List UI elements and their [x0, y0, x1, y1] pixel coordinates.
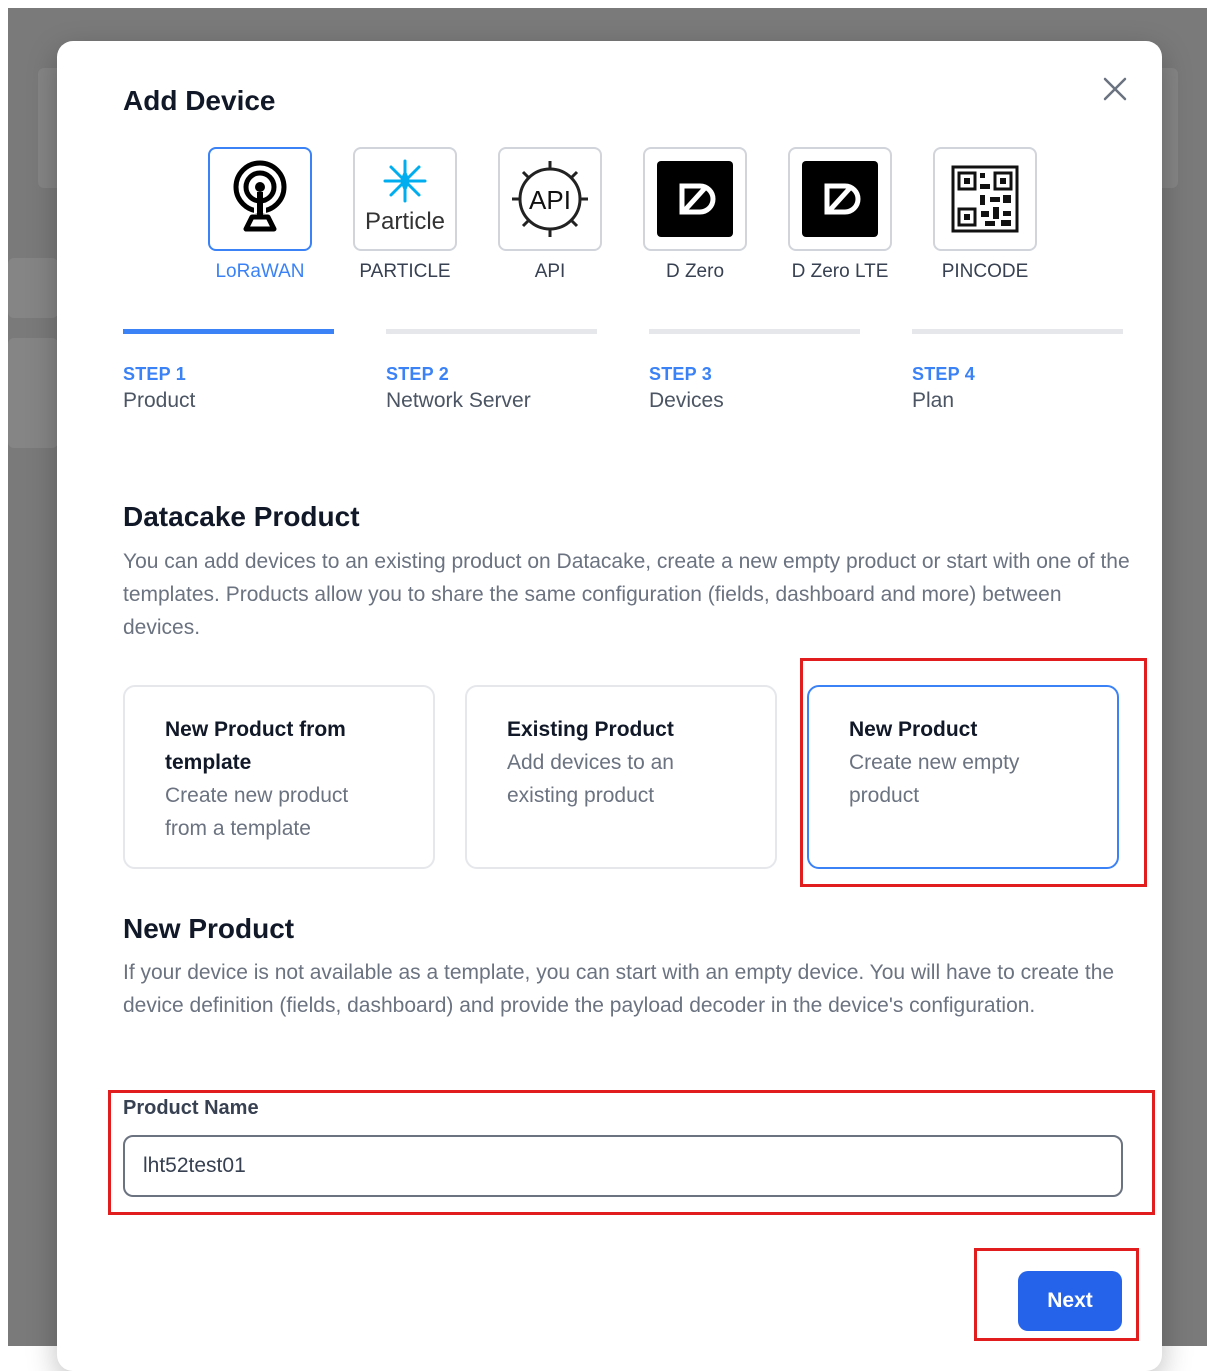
step-progress-bar — [386, 329, 597, 334]
step-1: STEP 1 Product — [123, 329, 334, 413]
step-number: STEP 4 — [912, 364, 975, 384]
device-type-label: PARTICLE — [359, 261, 451, 282]
device-type-tile — [788, 147, 892, 251]
device-type-tile — [208, 147, 312, 251]
step-4: STEP 4 Plan — [912, 329, 1123, 413]
step-name: Plan — [912, 389, 955, 412]
d-zero-logo-icon — [657, 161, 733, 237]
product-name-input[interactable] — [123, 1135, 1123, 1197]
option-new-product[interactable]: New Product Create new empty product — [807, 685, 1119, 869]
api-logo-text: API — [529, 185, 571, 215]
device-type-lorawan[interactable]: LoRaWAN — [207, 147, 313, 283]
step-number: STEP 2 — [386, 364, 449, 384]
option-title: New Product from template — [165, 718, 346, 774]
device-type-pincode[interactable]: PINCODE — [932, 147, 1038, 283]
step-3: STEP 3 Devices — [649, 329, 860, 413]
dialog-title: Add Device — [123, 85, 276, 116]
option-title: Existing Product — [507, 718, 674, 741]
d-zero-lte-logo-icon — [802, 161, 878, 237]
qr-code-icon — [951, 165, 1019, 233]
particle-logo-icon: Particle — [365, 159, 445, 235]
datacake-product-heading: Datacake Product — [123, 501, 360, 532]
new-product-description: If your device is not available as a tem… — [123, 961, 1115, 1017]
step-progress-bar — [123, 329, 334, 334]
step-2: STEP 2 Network Server — [386, 329, 597, 413]
option-description: Create new empty product — [849, 751, 1020, 807]
device-type-label: D Zero — [665, 261, 725, 282]
step-progress-bar — [649, 329, 860, 334]
step-name: Devices — [649, 389, 724, 412]
option-description: Add devices to an existing product — [507, 751, 674, 807]
device-type-label: API — [534, 261, 566, 282]
device-type-label: LoRaWAN — [215, 261, 305, 282]
step-progress-bar — [912, 329, 1123, 334]
device-type-d-zero-lte[interactable]: D Zero LTE — [787, 147, 893, 283]
background-row — [8, 338, 58, 448]
option-existing-product[interactable]: Existing Product Add devices to an exist… — [465, 685, 777, 869]
add-device-dialog: Add Device LoRaWAN Particle PARTICLE API… — [57, 41, 1162, 1371]
device-type-tile: Particle — [353, 147, 457, 251]
option-new-from-template[interactable]: New Product from template Create new pro… — [123, 685, 435, 869]
step-number: STEP 1 — [123, 364, 186, 384]
device-type-label: D Zero LTE — [791, 261, 889, 282]
close-icon[interactable] — [1097, 71, 1133, 107]
antenna-icon — [233, 160, 287, 232]
device-type-api[interactable]: API API — [497, 147, 603, 283]
device-type-d-zero[interactable]: D Zero — [642, 147, 748, 283]
datacake-product-description: You can add devices to an existing produ… — [123, 550, 1130, 639]
step-number: STEP 3 — [649, 364, 712, 384]
option-title: New Product — [849, 718, 978, 741]
product-name-label: Product Name — [123, 1097, 259, 1119]
option-description: Create new product from a template — [165, 784, 349, 840]
device-type-tile — [933, 147, 1037, 251]
particle-logo-text: Particle — [365, 208, 445, 235]
device-type-label: PINCODE — [941, 261, 1029, 282]
new-product-heading: New Product — [123, 913, 295, 944]
device-type-particle[interactable]: Particle PARTICLE — [352, 147, 458, 283]
step-name: Network Server — [386, 389, 531, 412]
next-button[interactable]: Next — [1018, 1271, 1122, 1331]
api-gear-icon: API — [512, 161, 588, 237]
step-name: Product — [123, 389, 196, 412]
device-type-tile — [643, 147, 747, 251]
background-row — [8, 258, 58, 318]
device-type-tile: API — [498, 147, 602, 251]
